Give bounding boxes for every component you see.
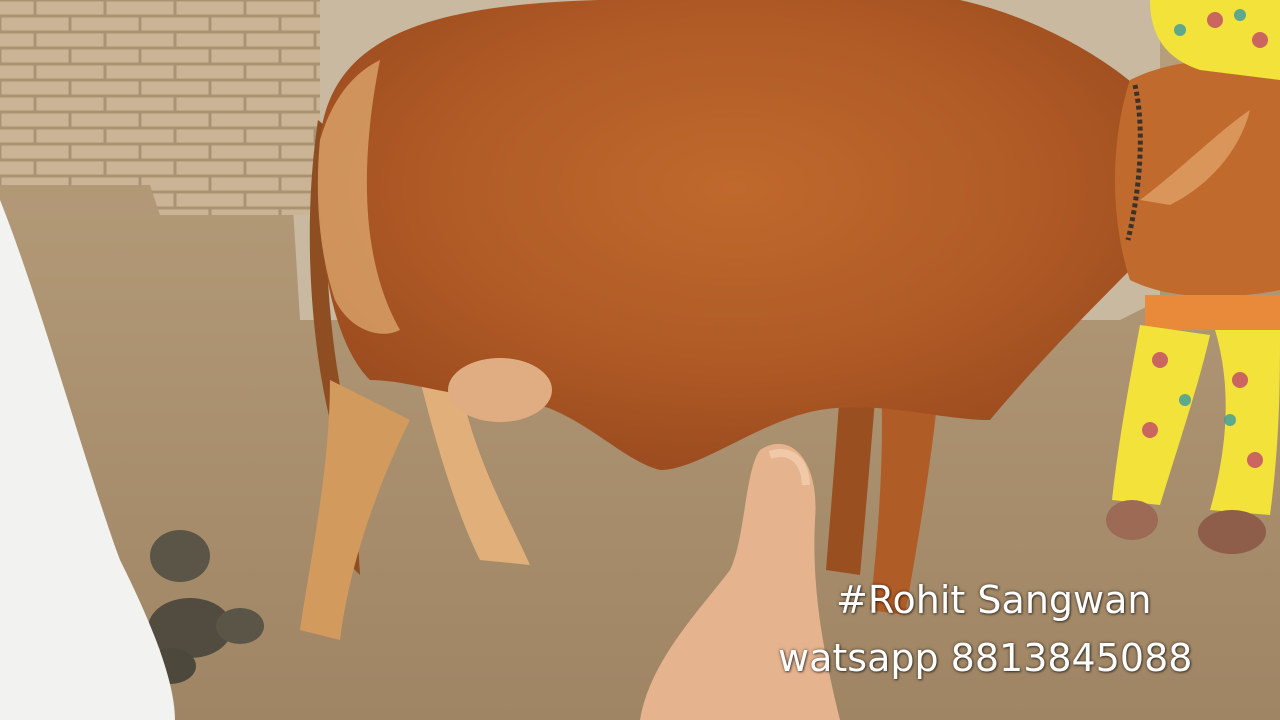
caption-name: #Rohit Sangwan — [836, 578, 1152, 622]
photo-scene: #Rohit Sangwan watsapp 8813845088 — [0, 0, 1280, 720]
brick-wall — [0, 0, 320, 215]
caption-contact: watsapp 8813845088 — [778, 636, 1193, 680]
